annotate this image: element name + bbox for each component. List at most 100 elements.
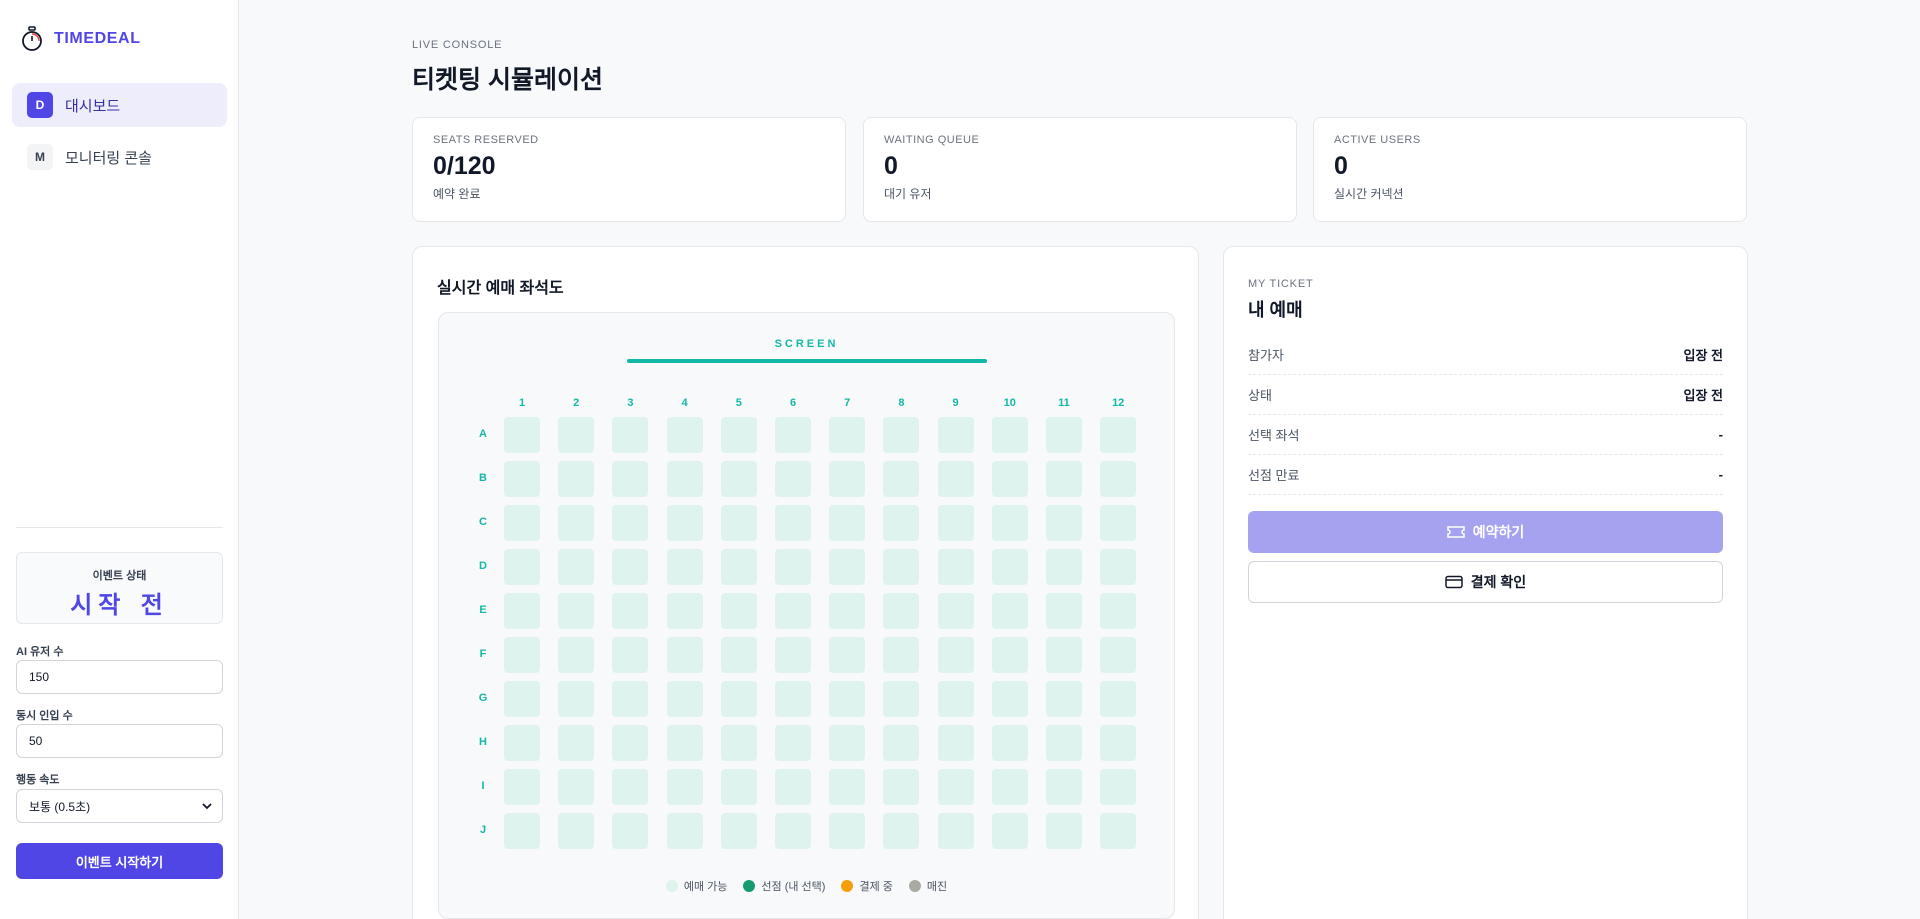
reserve-button[interactable]: 예약하기 — [1248, 511, 1723, 553]
seat-A4[interactable] — [666, 417, 703, 453]
seat-G1[interactable] — [504, 681, 540, 717]
seat-H3[interactable] — [612, 725, 649, 761]
seat-F3[interactable] — [612, 637, 649, 673]
seat-G10[interactable] — [991, 681, 1028, 717]
seat-J1[interactable] — [504, 813, 540, 849]
seat-D11[interactable] — [1046, 549, 1082, 585]
seat-B6[interactable] — [775, 461, 811, 497]
speed-select[interactable]: 보통 (0.5초) — [16, 789, 223, 823]
seat-D9[interactable] — [937, 549, 974, 585]
seat-H7[interactable] — [829, 725, 866, 761]
seat-G2[interactable] — [558, 681, 595, 717]
seat-B9[interactable] — [937, 461, 974, 497]
seat-D5[interactable] — [720, 549, 757, 585]
seat-E4[interactable] — [666, 593, 703, 629]
seat-D7[interactable] — [829, 549, 866, 585]
seat-E6[interactable] — [775, 593, 811, 629]
seat-G6[interactable] — [775, 681, 811, 717]
seat-E12[interactable] — [1100, 593, 1137, 629]
seat-F5[interactable] — [720, 637, 757, 673]
seat-D3[interactable] — [612, 549, 649, 585]
seat-E11[interactable] — [1046, 593, 1082, 629]
seat-B4[interactable] — [666, 461, 703, 497]
sidebar-item-dashboard[interactable]: D 대시보드 — [12, 83, 227, 127]
seat-D6[interactable] — [775, 549, 811, 585]
seat-E3[interactable] — [612, 593, 649, 629]
payment-confirm-button[interactable]: 결제 확인 — [1248, 561, 1723, 603]
seat-C4[interactable] — [666, 505, 703, 541]
concurrent-input[interactable] — [16, 724, 223, 758]
seat-A9[interactable] — [937, 417, 974, 453]
seat-F6[interactable] — [775, 637, 811, 673]
seat-I5[interactable] — [720, 769, 757, 805]
seat-F2[interactable] — [558, 637, 595, 673]
seat-A2[interactable] — [558, 417, 595, 453]
seat-A1[interactable] — [504, 417, 540, 453]
seat-C3[interactable] — [612, 505, 649, 541]
seat-J6[interactable] — [775, 813, 811, 849]
seat-E9[interactable] — [937, 593, 974, 629]
seat-E2[interactable] — [558, 593, 595, 629]
brand-logo[interactable]: TIMEDEAL — [20, 26, 141, 52]
seat-I9[interactable] — [937, 769, 974, 805]
seat-F9[interactable] — [937, 637, 974, 673]
seat-J8[interactable] — [883, 813, 920, 849]
seat-J9[interactable] — [937, 813, 974, 849]
seat-D12[interactable] — [1100, 549, 1137, 585]
seat-F11[interactable] — [1046, 637, 1082, 673]
seat-I4[interactable] — [666, 769, 703, 805]
seat-J2[interactable] — [558, 813, 595, 849]
seat-D10[interactable] — [991, 549, 1028, 585]
seat-B1[interactable] — [504, 461, 540, 497]
seat-J5[interactable] — [720, 813, 757, 849]
seat-I2[interactable] — [558, 769, 595, 805]
seat-I8[interactable] — [883, 769, 920, 805]
seat-F4[interactable] — [666, 637, 703, 673]
seat-C2[interactable] — [558, 505, 595, 541]
seat-A11[interactable] — [1046, 417, 1082, 453]
seat-H12[interactable] — [1100, 725, 1137, 761]
seat-B12[interactable] — [1100, 461, 1137, 497]
seat-G4[interactable] — [666, 681, 703, 717]
seat-B8[interactable] — [883, 461, 920, 497]
seat-H11[interactable] — [1046, 725, 1082, 761]
seat-J11[interactable] — [1046, 813, 1082, 849]
seat-D1[interactable] — [504, 549, 540, 585]
seat-G11[interactable] — [1046, 681, 1082, 717]
seat-I7[interactable] — [829, 769, 866, 805]
seat-C8[interactable] — [883, 505, 920, 541]
seat-F12[interactable] — [1100, 637, 1137, 673]
seat-A7[interactable] — [829, 417, 866, 453]
seat-I3[interactable] — [612, 769, 649, 805]
seat-H8[interactable] — [883, 725, 920, 761]
seat-H6[interactable] — [775, 725, 811, 761]
seat-B3[interactable] — [612, 461, 649, 497]
seat-E5[interactable] — [720, 593, 757, 629]
seat-D4[interactable] — [666, 549, 703, 585]
seat-C10[interactable] — [991, 505, 1028, 541]
seat-I1[interactable] — [504, 769, 540, 805]
seat-H9[interactable] — [937, 725, 974, 761]
seat-A8[interactable] — [883, 417, 920, 453]
seat-B11[interactable] — [1046, 461, 1082, 497]
seat-D2[interactable] — [558, 549, 595, 585]
seat-A3[interactable] — [612, 417, 649, 453]
seat-C9[interactable] — [937, 505, 974, 541]
seat-J12[interactable] — [1100, 813, 1137, 849]
seat-G9[interactable] — [937, 681, 974, 717]
seat-G7[interactable] — [829, 681, 866, 717]
seat-A6[interactable] — [775, 417, 811, 453]
seat-C5[interactable] — [720, 505, 757, 541]
seat-F10[interactable] — [991, 637, 1028, 673]
start-event-button[interactable]: 이벤트 시작하기 — [16, 843, 223, 879]
seat-B5[interactable] — [720, 461, 757, 497]
seat-H10[interactable] — [991, 725, 1028, 761]
seat-G3[interactable] — [612, 681, 649, 717]
seat-F8[interactable] — [883, 637, 920, 673]
ai-users-input[interactable] — [16, 660, 223, 694]
seat-I6[interactable] — [775, 769, 811, 805]
seat-C1[interactable] — [504, 505, 540, 541]
seat-C12[interactable] — [1100, 505, 1137, 541]
seat-I12[interactable] — [1100, 769, 1137, 805]
seat-G8[interactable] — [883, 681, 920, 717]
